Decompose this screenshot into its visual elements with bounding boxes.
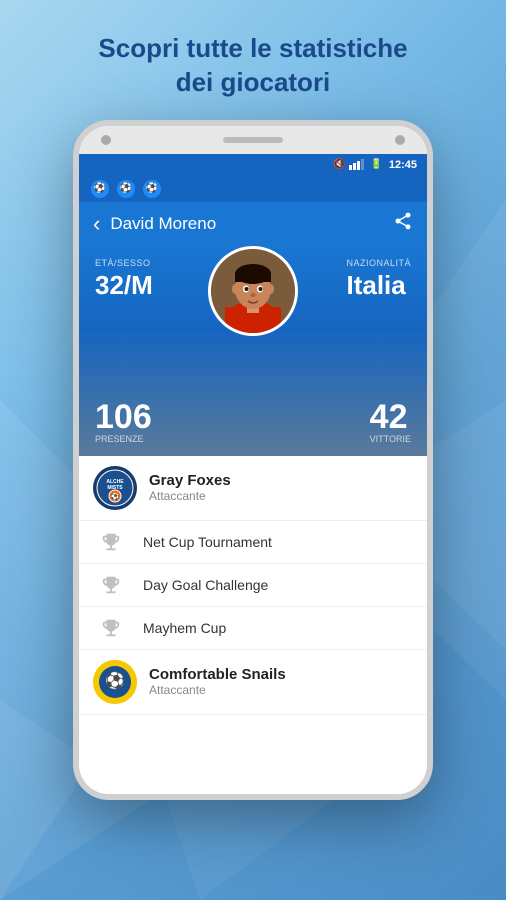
- content-area: ALCHE MISTS ⚽ Gray Foxes Attaccante Net …: [79, 456, 427, 794]
- back-button[interactable]: ‹: [93, 211, 100, 237]
- share-icon: [393, 211, 413, 231]
- app-icon-3: ⚽: [143, 180, 161, 198]
- stats-right: NAZIONALITÀ Italia 42 VITTORIE: [298, 246, 427, 456]
- app-icons-bar: ⚽ ⚽ ⚽: [79, 176, 427, 202]
- team2-logo: ⚽: [93, 660, 137, 704]
- status-icons: 🔇 🔋: [333, 159, 383, 170]
- age-stat: ETÀ/SESSO 32/M: [95, 258, 192, 298]
- player-avatar-container: [208, 246, 298, 336]
- team1-row[interactable]: ALCHE MISTS ⚽ Gray Foxes Attaccante: [79, 456, 427, 521]
- status-time: 12:45: [389, 159, 417, 171]
- nationality-label: NAZIONALITÀ: [346, 258, 411, 268]
- nav-bar: ‹ David Moreno: [79, 202, 427, 246]
- trophy-icon-1: [93, 531, 129, 553]
- trophy-icon-2: [93, 574, 129, 596]
- battery-icon: 🔋: [370, 159, 382, 170]
- presenze-label: PRESENZE: [95, 434, 192, 444]
- trophy-item-3[interactable]: Mayhem Cup: [79, 607, 427, 650]
- team1-name: Gray Foxes: [149, 472, 231, 489]
- stats-left: ETÀ/SESSO 32/M 106 PRESENZE: [79, 246, 208, 456]
- team2-row[interactable]: ⚽ Comfortable Snails Attaccante: [79, 650, 427, 715]
- trophy-name-2: Day Goal Challenge: [143, 577, 268, 593]
- phone-mockup: 🔇 🔋 12:45 ⚽ ⚽ ⚽ ‹ David Moreno: [73, 120, 433, 800]
- trophy-icon-3: [93, 617, 129, 639]
- team2-name: Comfortable Snails: [149, 666, 286, 683]
- trophy-item-1[interactable]: Net Cup Tournament: [79, 521, 427, 564]
- vittorie-label: VITTORIE: [370, 434, 411, 444]
- presenze-value: 106: [95, 400, 192, 434]
- nav-title: David Moreno: [110, 214, 393, 234]
- player-avatar: [208, 246, 298, 336]
- phone-speaker: [223, 137, 283, 143]
- team1-info: Gray Foxes Attaccante: [149, 472, 231, 503]
- nationality-value: Italia: [346, 272, 411, 298]
- phone-camera-left: [101, 135, 111, 145]
- trophy-name-3: Mayhem Cup: [143, 620, 226, 636]
- phone-top-bar: [79, 126, 427, 154]
- player-avatar-svg: [211, 249, 295, 333]
- header-title: Scopri tutte le statistiche dei giocator…: [98, 32, 407, 100]
- header-section: Scopri tutte le statistiche dei giocator…: [58, 0, 447, 120]
- vittorie-value: 42: [370, 400, 411, 434]
- status-bar: 🔇 🔋 12:45: [79, 154, 427, 176]
- team2-role: Attaccante: [149, 683, 286, 697]
- phone-camera-right: [395, 135, 405, 145]
- age-value: 32/M: [95, 272, 192, 298]
- nationality-stat: NAZIONALITÀ Italia: [346, 258, 411, 298]
- team1-logo: ALCHE MISTS ⚽: [93, 466, 137, 510]
- mute-icon: 🔇: [333, 159, 345, 170]
- age-label: ETÀ/SESSO: [95, 258, 192, 268]
- presenze-stat: 106 PRESENZE: [95, 400, 192, 444]
- vittorie-stat: 42 VITTORIE: [370, 400, 411, 444]
- share-button[interactable]: [393, 211, 413, 236]
- svg-text:⚽: ⚽: [104, 671, 125, 690]
- trophy-name-1: Net Cup Tournament: [143, 534, 272, 550]
- team2-info: Comfortable Snails Attaccante: [149, 666, 286, 697]
- team1-role: Attaccante: [149, 489, 231, 503]
- svg-text:⚽: ⚽: [110, 492, 120, 501]
- trophy-item-2[interactable]: Day Goal Challenge: [79, 564, 427, 607]
- signal-bars: [349, 159, 364, 170]
- app-icon-1: ⚽: [91, 180, 109, 198]
- app-icon-2: ⚽: [117, 180, 135, 198]
